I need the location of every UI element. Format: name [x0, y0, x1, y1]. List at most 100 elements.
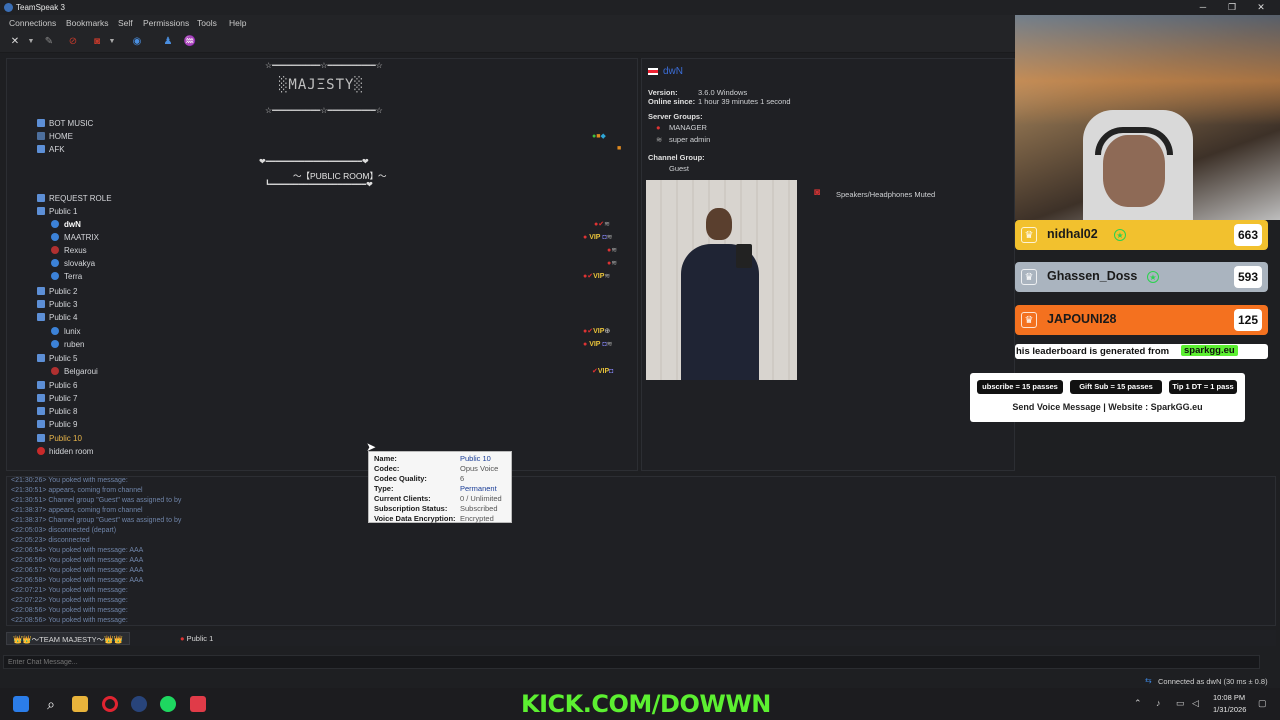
tab-channel[interactable]: ● Public 1: [174, 632, 219, 645]
menu-permissions[interactable]: Permissions: [143, 18, 189, 28]
user-item[interactable]: Rexus: [51, 245, 87, 257]
menu-bookmarks[interactable]: Bookmarks: [66, 18, 109, 28]
dropdown-arrow-icon-2[interactable]: ▼: [105, 35, 119, 49]
channel-icon: [37, 434, 45, 442]
maximize-button[interactable]: ❐: [1217, 1, 1247, 14]
channel-icon: [37, 300, 45, 308]
online-label: Online since:: [648, 97, 696, 106]
channel-item[interactable]: Public 1: [37, 206, 77, 218]
teamspeak-taskbar-icon[interactable]: [131, 696, 147, 712]
user-status-icon: [51, 327, 59, 335]
user-item[interactable]: ruben: [51, 339, 84, 351]
tooltip-value: Subscribed: [460, 504, 498, 513]
log-line: <21:30:26> You poked with message:: [11, 477, 128, 484]
channel-icon: [37, 132, 45, 140]
menu-bar: Connections Bookmarks Self Permissions T…: [0, 15, 1015, 31]
user-item[interactable]: dwN: [51, 219, 81, 231]
disconnect-icon[interactable]: ✕: [8, 35, 22, 49]
microphone-icon[interactable]: ♪: [1156, 698, 1161, 708]
kick-url-overlay: KICK.COM/DOWWN: [521, 690, 771, 718]
menu-tools[interactable]: Tools: [197, 18, 217, 28]
channel-item[interactable]: BOT MUSIC: [37, 118, 93, 130]
user-item[interactable]: lunix: [51, 326, 80, 338]
star-icon: ★: [1114, 229, 1126, 241]
muted-status: Speakers/Headphones Muted: [836, 190, 936, 199]
search-icon[interactable]: ⌕: [43, 696, 59, 712]
subscribe-icon[interactable]: ◉: [130, 35, 144, 49]
app-icon[interactable]: [190, 696, 206, 712]
channel-item[interactable]: Public 9: [37, 419, 77, 431]
star-icon: ★: [1147, 271, 1159, 283]
contacts-icon[interactable]: ♟: [161, 35, 175, 49]
channel-item[interactable]: Public 8: [37, 406, 77, 418]
whisper-icon[interactable]: ♒: [183, 35, 197, 49]
crown-icon: ♛: [1021, 312, 1037, 328]
channel-item[interactable]: Public 2: [37, 286, 77, 298]
chat-input[interactable]: [4, 656, 1259, 668]
log-line: <22:05:23> disconnected: [11, 537, 90, 544]
user-status-icon: [51, 259, 59, 267]
tab-server[interactable]: 👑👑〜TEAM MAJESTY〜👑👑: [6, 632, 130, 645]
user-item[interactable]: Belgaroui: [51, 366, 98, 378]
user-badges: ●✔≋: [594, 221, 610, 228]
minimize-button[interactable]: ─: [1188, 1, 1218, 14]
log-line: <21:38:37> Channel group "Guest" was ass…: [11, 517, 182, 524]
user-item[interactable]: Terra: [51, 271, 82, 283]
channel-icon: [37, 381, 45, 389]
server-banner: ░ΜΑJΞSΤΥ░: [279, 77, 364, 93]
channel-item[interactable]: REQUEST ROLE: [37, 193, 112, 205]
file-explorer-icon[interactable]: [72, 696, 88, 712]
tray-chevron-icon[interactable]: ⌃: [1134, 698, 1142, 709]
leaderboard-row: ♛ nidhal02 ★ 663: [1015, 220, 1268, 250]
user-item[interactable]: slovakya: [51, 258, 95, 270]
channel-item[interactable]: Public 3: [37, 299, 77, 311]
leaderboard-score: 663: [1234, 224, 1262, 246]
version-label: Version:: [648, 88, 678, 97]
channel-icon: [37, 354, 45, 362]
menu-connections[interactable]: Connections: [9, 18, 56, 28]
channel-item[interactable]: Public 6: [37, 380, 77, 392]
tooltip-key: Name:: [374, 454, 397, 463]
channel-item[interactable]: Public 7: [37, 393, 77, 405]
crown-icon: ♛: [1021, 227, 1037, 243]
tooltip-key: Subscription Status:: [374, 504, 448, 513]
tooltip-key: Type:: [374, 484, 394, 493]
leaderboard-row: ♛ Ghassen_Doss ★ 593: [1015, 262, 1268, 292]
notifications-icon[interactable]: ▢: [1258, 698, 1267, 709]
status-bar: ⇆ Connected as dwN (30 ms ± 0.8): [0, 674, 1280, 688]
channel-item[interactable]: hidden room: [37, 446, 93, 458]
tooltip-key: Current Clients:: [374, 494, 431, 503]
menu-help[interactable]: Help: [229, 18, 246, 28]
user-item[interactable]: MAATRIX: [51, 232, 99, 244]
poster-background: [1015, 15, 1280, 125]
channel-item[interactable]: Public 4: [37, 312, 77, 324]
opera-icon[interactable]: [102, 696, 118, 712]
client-avatar-image: [646, 180, 797, 380]
log-line: <22:07:22> You poked with message:: [11, 597, 128, 604]
menu-self[interactable]: Self: [118, 18, 133, 28]
away-icon[interactable]: ✎: [42, 35, 56, 49]
locked-channel-icon: [37, 447, 45, 455]
volume-icon[interactable]: ◁: [1192, 698, 1199, 709]
channel-item[interactable]: HOME: [37, 131, 73, 143]
speaker-muted-icon: ◙: [814, 187, 821, 198]
mute-speaker-icon[interactable]: ◙: [90, 35, 104, 49]
mute-mic-icon[interactable]: ⊘: [66, 35, 80, 49]
log-line: <22:06:57> You poked with message: AAA: [11, 567, 144, 574]
close-button[interactable]: ✕: [1246, 1, 1276, 14]
channel-item-selected[interactable]: Public 10: [37, 433, 82, 445]
webcam-overlay: [1015, 15, 1280, 220]
toolbar: ✕ ▼ ✎ ⊘ ◙ ▼ ◉ ♟ ♒: [0, 31, 1015, 53]
chat-log: <21:30:26> You poked with message: <21:3…: [6, 476, 1276, 626]
person-head: [706, 208, 732, 240]
channel-tree: ☆━━━━━━━━━━☆━━━━━━━━━━☆ ░ΜΑJΞSΤΥ░ ☆━━━━━…: [6, 58, 638, 471]
windows-start-icon[interactable]: [13, 696, 29, 712]
channel-item[interactable]: AFK: [37, 144, 65, 156]
spotify-icon[interactable]: [160, 696, 176, 712]
version-value: 3.6.0 Windows: [698, 88, 748, 97]
network-icon[interactable]: ▭: [1176, 698, 1185, 709]
dropdown-arrow-icon[interactable]: ▼: [24, 35, 38, 49]
leaderboard-row: ♛ JAPOUNI28 125: [1015, 305, 1268, 335]
channel-tooltip: Name: Public 10 Codec: Opus Voice Codec …: [368, 451, 512, 523]
channel-item[interactable]: Public 5: [37, 353, 77, 365]
